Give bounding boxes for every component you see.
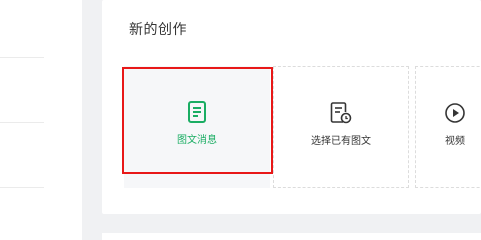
left-divider <box>0 122 44 123</box>
bottom-card <box>102 233 481 240</box>
section-title: 新的创作 <box>129 22 187 38</box>
document-clock-icon <box>330 101 352 125</box>
tile-video-label: 视频 <box>445 136 465 147</box>
video-play-icon <box>444 101 466 125</box>
tile-select-existing-label: 选择已有图文 <box>311 136 371 147</box>
tile-video[interactable]: 视频 <box>415 66 481 188</box>
highlight-box <box>122 67 273 174</box>
left-divider <box>0 187 44 188</box>
left-panel <box>0 0 82 240</box>
left-divider <box>0 57 44 58</box>
tile-select-existing-article[interactable]: 选择已有图文 <box>273 66 409 188</box>
